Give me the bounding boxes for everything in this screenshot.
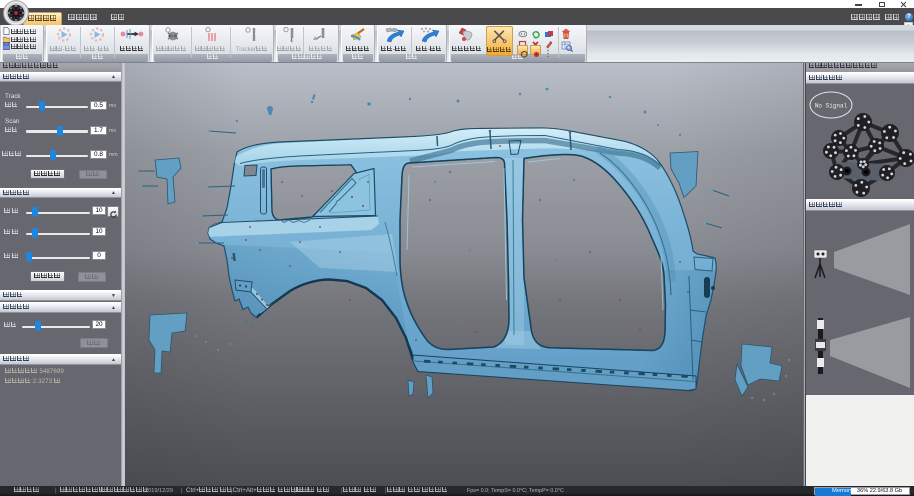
svg-text:No Signal: No Signal <box>815 103 848 110</box>
